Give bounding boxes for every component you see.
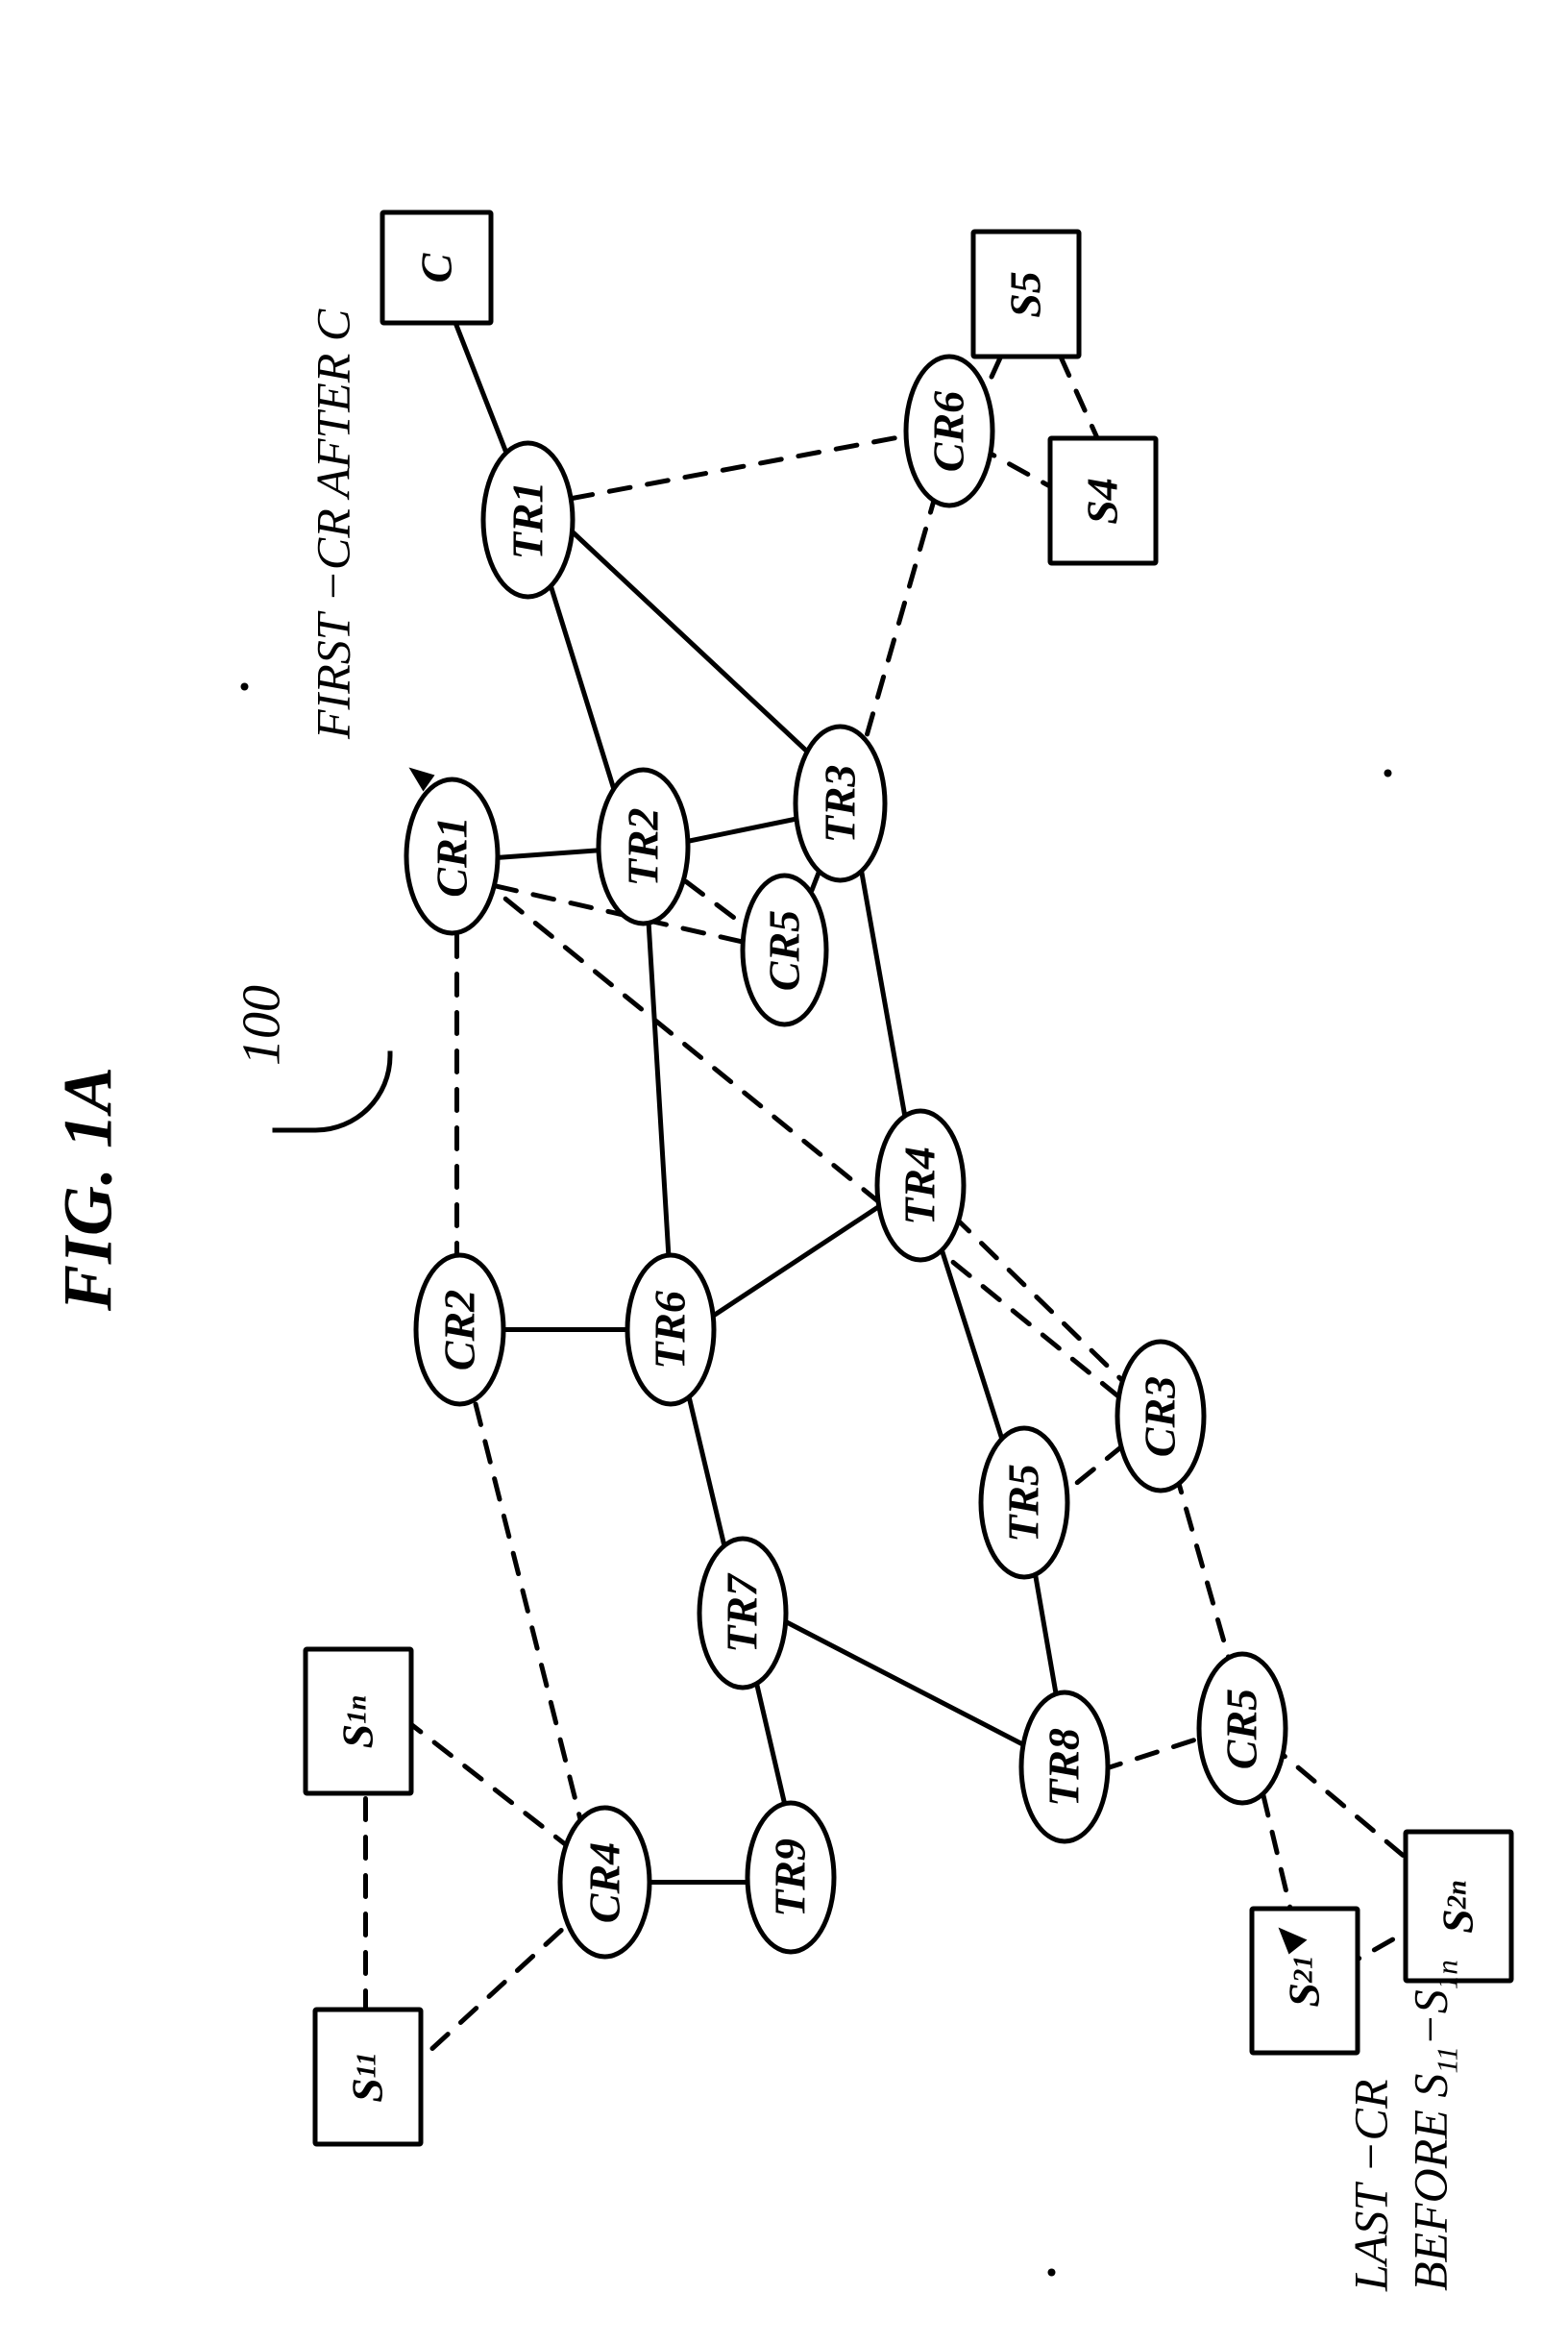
annotation-last-cr-sub2: 1n	[1431, 1960, 1464, 1989]
node-cr5-upper: CR5	[740, 874, 828, 1027]
node-tr6: TR6	[625, 1253, 716, 1407]
node-cr3: CR3	[1115, 1340, 1206, 1493]
annotation-last-cr-line2-prefix: BEFORE S	[1404, 2074, 1458, 2291]
node-s11-sub: 11	[354, 2052, 381, 2078]
node-s1n-sub: 1n	[344, 1695, 372, 1724]
arrow-last-cr	[1259, 1894, 1369, 2010]
node-tr7: TR7	[697, 1537, 788, 1690]
node-tr1: TR1	[480, 441, 575, 600]
node-tr3: TR3	[793, 725, 887, 883]
node-tr8: TR8	[1018, 1690, 1110, 1844]
node-s1n-prefix: S	[336, 1724, 380, 1749]
annotation-last-cr: LAST −CR BEFORE S11−S1n	[1340, 1791, 1466, 2291]
arrow-first-cr	[351, 701, 452, 816]
node-s4: S4	[1047, 436, 1158, 566]
node-s11-prefix: S	[346, 2078, 390, 2103]
rotated-stage: FIG. 1A 100 FIRST −CR AFTER C LAST −CR B…	[0, 388, 1568, 1957]
node-tr9: TR9	[745, 1801, 836, 1955]
node-cr4: CR4	[557, 1806, 651, 1960]
node-cr6: CR6	[903, 355, 994, 508]
node-cr2: CR2	[413, 1253, 505, 1407]
node-tr4: TR4	[874, 1109, 966, 1263]
annotation-last-cr-sub1: 11	[1431, 2046, 1464, 2074]
node-tr2: TR2	[596, 768, 690, 926]
node-s11: S11	[312, 2008, 423, 2147]
node-s1n: S1n	[303, 1647, 413, 1796]
node-tr5: TR5	[978, 1426, 1069, 1580]
node-s5: S5	[970, 230, 1081, 359]
annotation-first-cr: FIRST −CR AFTER C	[303, 66, 363, 739]
node-client-c: C	[380, 210, 493, 326]
node-cr5-lower: CR5	[1196, 1652, 1287, 1806]
annotation-last-cr-mid: −S	[1404, 1989, 1458, 2046]
annotation-last-cr-line1: LAST −CR	[1343, 2080, 1397, 2291]
diagram-canvas: FIG. 1A 100 FIRST −CR AFTER C LAST −CR B…	[0, 0, 1568, 2344]
